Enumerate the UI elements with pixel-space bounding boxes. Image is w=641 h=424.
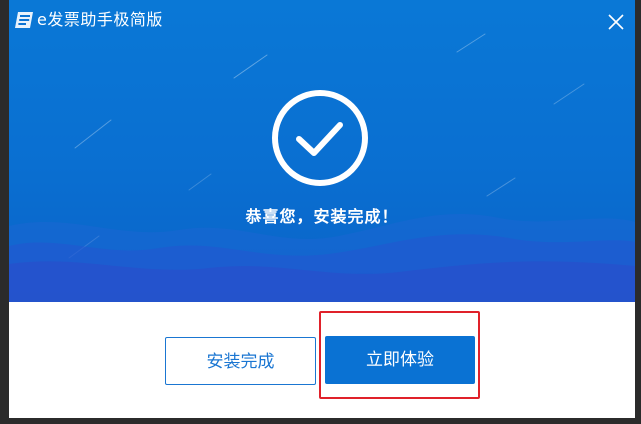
title-bar: e发票助手极简版 — [9, 0, 635, 44]
hero-banner: e发票助手极简版 恭喜您，安装完成！ — [9, 0, 635, 302]
window-title: e发票助手极简版 — [37, 10, 163, 29]
invoice-app-icon — [14, 11, 34, 29]
success-message: 恭喜您，安装完成！ — [245, 207, 399, 226]
installer-window: e发票助手极简版 恭喜您，安装完成！ 安装完成 立即体验 — [9, 0, 635, 418]
highlight-box — [319, 311, 480, 399]
install-complete-button[interactable]: 安装完成 — [165, 337, 316, 385]
close-icon[interactable] — [607, 13, 625, 31]
checkmark-circle-icon — [271, 89, 369, 187]
